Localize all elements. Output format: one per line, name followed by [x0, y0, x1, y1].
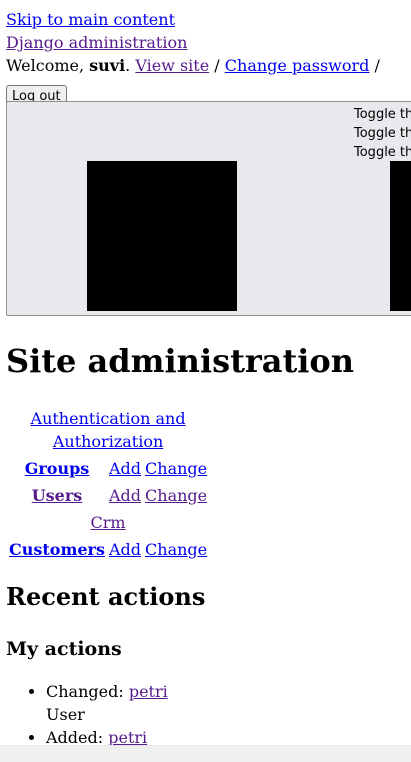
model-row-groups: Groups	[8, 456, 106, 481]
groups-link[interactable]: Groups	[25, 459, 90, 478]
users-change-link[interactable]: Change	[145, 486, 207, 505]
separator: /	[214, 56, 220, 75]
groups-change-link[interactable]: Change	[145, 459, 207, 478]
model-row-customers: Customers	[8, 537, 106, 562]
content-type-label: User	[46, 705, 85, 724]
toggle-theme-label[interactable]: Toggle th	[354, 143, 411, 162]
my-actions-heading: My actions	[6, 638, 122, 660]
theme-toggle-panel: Toggle th Toggle th Toggle th	[6, 101, 411, 316]
site-name-link[interactable]: Django administration	[6, 33, 187, 52]
users-add-link[interactable]: Add	[109, 486, 141, 505]
list-item: Changed: petri User	[46, 680, 168, 726]
crm-app-link[interactable]: Crm	[91, 513, 126, 532]
change-password-link[interactable]: Change password	[225, 56, 370, 75]
customers-add-link[interactable]: Add	[109, 540, 141, 559]
app-list: Authentication and Authorization Groups …	[6, 404, 210, 564]
customers-link[interactable]: Customers	[9, 540, 105, 559]
view-site-link[interactable]: View site	[135, 56, 209, 75]
skip-to-content-link[interactable]: Skip to main content	[6, 10, 175, 29]
toggle-theme-label[interactable]: Toggle th	[354, 105, 411, 124]
welcome-text: Welcome,	[6, 56, 85, 75]
user-tools: Welcome, suvi. View site / Change passwo…	[6, 56, 380, 75]
username: suvi	[89, 56, 126, 75]
actions-list: Changed: petri User Added: petri	[6, 680, 168, 749]
page-title: Site administration	[6, 342, 355, 380]
groups-add-link[interactable]: Add	[109, 459, 141, 478]
action-object-link[interactable]: petri	[129, 682, 168, 701]
separator: /	[374, 56, 380, 75]
model-row-users: Users	[8, 483, 106, 508]
auth-app-link[interactable]: Authentication and Authorization	[28, 407, 188, 453]
customers-change-link[interactable]: Change	[145, 540, 207, 559]
recent-actions-heading: Recent actions	[6, 582, 206, 611]
theme-icon-image	[87, 161, 237, 311]
app-caption-auth: Authentication and Authorization	[8, 406, 208, 454]
action-type: Changed:	[46, 682, 124, 701]
users-link[interactable]: Users	[32, 486, 83, 505]
theme-icon-image	[390, 161, 411, 311]
app-caption-crm: Crm	[8, 510, 208, 535]
horizontal-scrollbar[interactable]	[0, 745, 411, 762]
toggle-theme-label[interactable]: Toggle th	[354, 124, 411, 143]
